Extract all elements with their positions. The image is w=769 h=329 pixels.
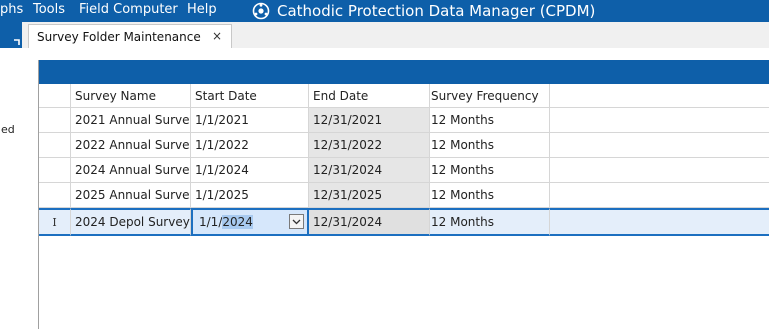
tab-survey-folder-maintenance[interactable]: Survey Folder Maintenance × [28, 24, 232, 49]
row-indicator[interactable] [39, 108, 71, 133]
start-date-cell[interactable]: 1/1/2022 [191, 133, 309, 158]
grid-header-row: Survey Name Start Date End Date Survey F… [39, 84, 769, 108]
row-filler [550, 183, 769, 208]
menu-bar: phs Tools Field Computer Help Cathodic P… [0, 0, 769, 22]
close-icon[interactable]: × [212, 29, 222, 43]
row-indicator-header [39, 84, 71, 108]
row-indicator[interactable] [39, 183, 71, 208]
app-title-text: Cathodic Protection Data Manager (CPDM) [277, 2, 596, 20]
start-date-cell[interactable]: 1/1/2025 [191, 183, 309, 208]
column-header-filler [550, 84, 769, 108]
survey-frequency-cell[interactable]: 12 Months [430, 133, 550, 158]
menu-field-computer[interactable]: Field Computer [79, 2, 178, 17]
chevron-down-icon [292, 219, 301, 224]
column-header-survey-frequency[interactable]: Survey Frequency [430, 84, 550, 108]
menu-tools[interactable]: Tools [33, 2, 65, 17]
start-date-selected-text: 2024 [222, 215, 253, 229]
end-date-cell: 12/31/2024 [309, 158, 430, 183]
table-row[interactable]: 2024 Annual Survey 1/1/2024 12/31/2024 1… [39, 158, 769, 183]
table-row[interactable]: 2021 Annual Survey 1/1/2021 12/31/2021 1… [39, 108, 769, 133]
text-cursor-icon: I [52, 215, 57, 229]
menu-help[interactable]: Help [187, 2, 217, 17]
survey-frequency-cell[interactable]: 12 Months [430, 183, 550, 208]
row-indicator[interactable] [39, 133, 71, 158]
left-navigation-panel: ed [0, 22, 23, 329]
survey-grid-panel: Survey Name Start Date End Date Survey F… [38, 60, 769, 329]
row-indicator-editing[interactable]: I [39, 208, 71, 236]
survey-name-cell[interactable]: 2024 Annual Survey [71, 158, 191, 183]
app-logo-icon [252, 2, 270, 20]
row-filler [550, 158, 769, 183]
menu-graphs[interactable]: phs [0, 2, 23, 17]
end-date-cell: 12/31/2021 [309, 108, 430, 133]
left-panel-item-label[interactable]: ed [1, 123, 15, 136]
start-date-editor[interactable]: 1/1/2024 [191, 208, 309, 236]
row-indicator[interactable] [39, 158, 71, 183]
survey-name-cell[interactable]: 2024 Depol Survey [71, 208, 191, 236]
survey-frequency-cell[interactable]: 12 Months [430, 158, 550, 183]
row-filler [550, 208, 769, 236]
date-dropdown-button[interactable] [289, 214, 304, 229]
start-date-text: 1/1/ [199, 215, 223, 229]
app-title: Cathodic Protection Data Manager (CPDM) [252, 0, 595, 22]
survey-frequency-cell[interactable]: 12 Months [430, 108, 550, 133]
column-header-start-date[interactable]: Start Date [191, 84, 309, 108]
end-date-cell: 12/31/2024 [309, 208, 430, 236]
end-date-cell: 12/31/2025 [309, 183, 430, 208]
survey-name-cell[interactable]: 2022 Annual Survey [71, 133, 191, 158]
survey-frequency-cell[interactable]: 12 Months [430, 208, 550, 236]
grid-panel-header [39, 60, 769, 84]
survey-name-cell[interactable]: 2021 Annual Survey [71, 108, 191, 133]
document-tab-bar: Survey Folder Maintenance × [22, 22, 769, 49]
column-header-end-date[interactable]: End Date [309, 84, 430, 108]
expand-arrow-icon[interactable] [0, 22, 22, 48]
tab-label: Survey Folder Maintenance [37, 30, 201, 44]
table-row-editing[interactable]: I 2024 Depol Survey 1/1/2024 12/31/2024 … [39, 208, 769, 236]
survey-name-cell[interactable]: 2025 Annual Survey [71, 183, 191, 208]
start-date-cell[interactable]: 1/1/2021 [191, 108, 309, 133]
end-date-cell: 12/31/2022 [309, 133, 430, 158]
start-date-cell[interactable]: 1/1/2024 [191, 158, 309, 183]
table-row[interactable]: 2022 Annual Survey 1/1/2022 12/31/2022 1… [39, 133, 769, 158]
left-panel-header [0, 22, 22, 48]
row-filler [550, 108, 769, 133]
table-row[interactable]: 2025 Annual Survey 1/1/2025 12/31/2025 1… [39, 183, 769, 208]
column-header-survey-name[interactable]: Survey Name [71, 84, 191, 108]
row-filler [550, 133, 769, 158]
